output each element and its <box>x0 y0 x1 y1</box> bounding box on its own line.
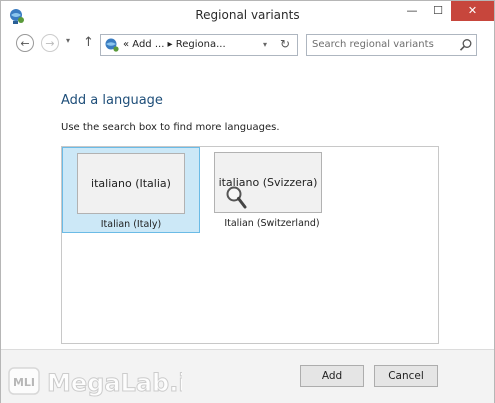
language-tile-italian-switzerland[interactable]: italiano (Svizzera) Italian (Switzerland… <box>202 147 342 233</box>
back-button[interactable]: ← <box>16 34 34 52</box>
maximize-button[interactable]: ☐ <box>425 1 451 21</box>
language-tile-italian-italy[interactable]: italiano (Italia) Italian (Italy) <box>62 147 200 233</box>
tile-caption: Italian (Italy) <box>100 219 162 230</box>
minimize-button[interactable]: — <box>399 1 425 21</box>
watermark-text: MegaLab.it <box>47 369 182 397</box>
globe-people-icon <box>105 38 119 52</box>
content-area: Add a language Use the search box to fin… <box>1 59 494 349</box>
navigation-bar: ← → ▾ ↑ « Add ... ▸ Regiona... ▾ ↻ Searc… <box>1 31 494 59</box>
cancel-button[interactable]: Cancel <box>374 365 438 387</box>
search-icon[interactable] <box>459 38 473 52</box>
refresh-icon[interactable]: ↻ <box>280 37 290 51</box>
tile-label: italiano (Italia) <box>77 153 185 214</box>
address-bar[interactable]: « Add ... ▸ Regiona... ▾ ↻ <box>100 34 298 56</box>
title-bar: Regional variants — ☐ ✕ <box>1 1 494 31</box>
search-placeholder: Search regional variants <box>312 39 434 50</box>
watermark-badge: MLI <box>13 376 35 389</box>
megalab-watermark-logo: MLI MegaLab.it <box>8 367 182 398</box>
language-list: italiano (Italia) Italian (Italy) italia… <box>61 146 439 344</box>
address-dropdown-icon[interactable]: ▾ <box>263 40 267 49</box>
tile-caption: Italian (Switzerland) <box>224 218 320 229</box>
dialog-footer: MLI MegaLab.it Add Cancel <box>1 349 494 403</box>
close-button[interactable]: ✕ <box>451 1 494 21</box>
breadcrumb[interactable]: « Add ... ▸ Regiona... <box>123 39 226 50</box>
up-button[interactable]: ↑ <box>83 35 94 50</box>
forward-button[interactable]: → <box>41 34 59 52</box>
page-title: Add a language <box>61 93 163 108</box>
dialog-window: Regional variants — ☐ ✕ ← → ▾ ↑ « Add ..… <box>0 0 495 403</box>
add-button[interactable]: Add <box>300 365 364 387</box>
instruction-text: Use the search box to find more language… <box>61 122 280 133</box>
recent-locations-dropdown[interactable]: ▾ <box>66 36 70 45</box>
magnifier-cursor-icon <box>226 186 247 209</box>
search-input[interactable]: Search regional variants <box>306 34 477 56</box>
